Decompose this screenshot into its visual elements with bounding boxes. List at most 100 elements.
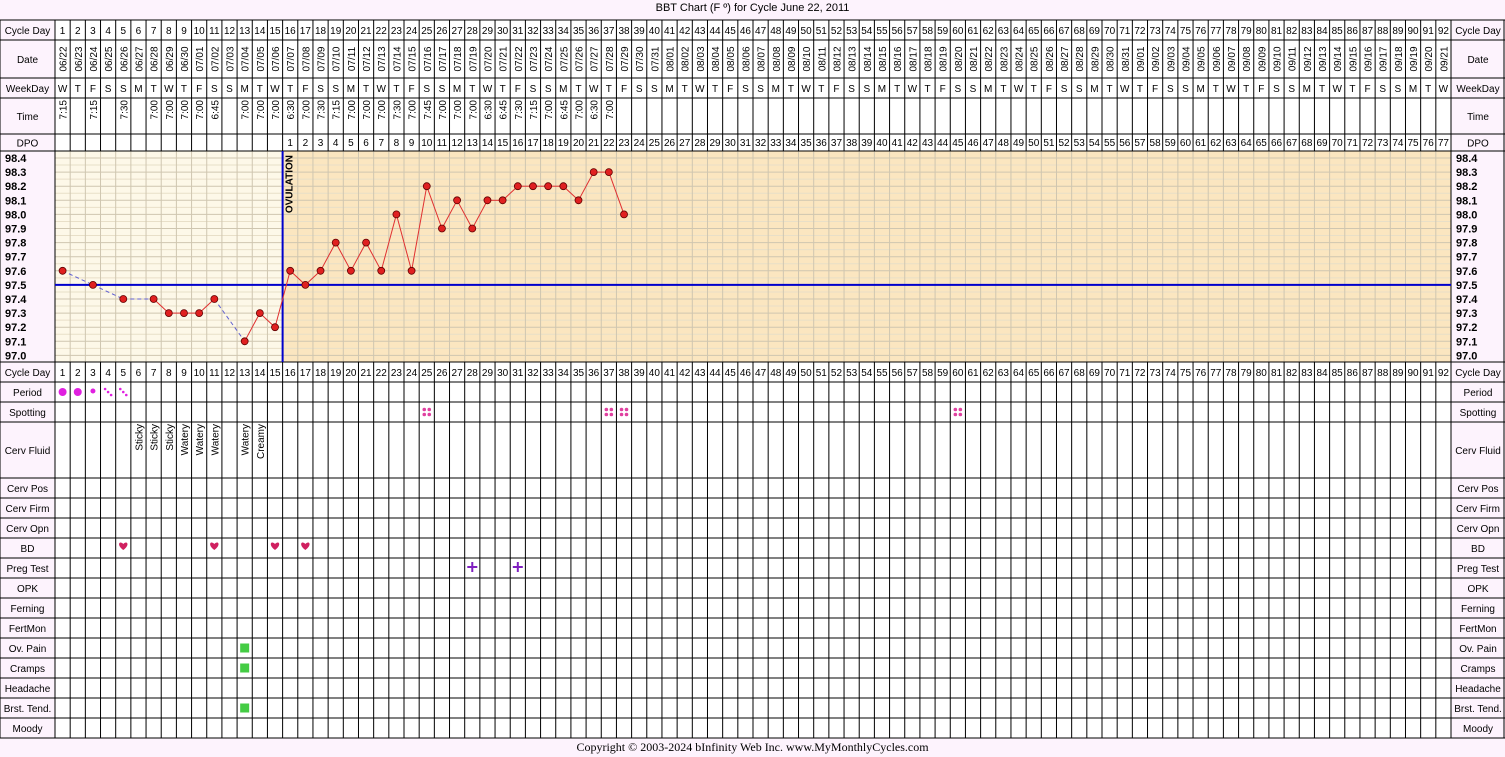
dpo-label: 48 [998, 138, 1010, 149]
cycle-day-label: 81 [1271, 368, 1283, 379]
date-label: 08/04 [711, 46, 722, 71]
cycle-day-label: 38 [618, 368, 630, 379]
cerv-fluid-label: Watery [180, 424, 191, 455]
dpo-label: 2 [303, 138, 309, 149]
weekday-label: T [1107, 84, 1113, 95]
temp-point [58, 266, 67, 275]
cycle-day-label: 37 [603, 368, 615, 379]
row-label-right-time: Time [1467, 112, 1489, 123]
cycle-day-label: 19 [330, 26, 342, 37]
dpo-label: 11 [437, 138, 448, 149]
time-label: 7:15 [332, 100, 343, 120]
symptom-marker [240, 703, 250, 713]
cycle-day-label: 8 [166, 368, 172, 379]
temp-point [89, 280, 97, 289]
dpo-label: 56 [1119, 138, 1131, 149]
cycle-day-label: 90 [1408, 26, 1420, 37]
date-label: 08/25 [1030, 46, 1041, 71]
temp-point [346, 266, 355, 275]
dpo-label: 17 [527, 138, 539, 149]
time-label: 7:00 [468, 100, 479, 120]
cycle-day-label: 52 [831, 368, 843, 379]
temp-point [255, 309, 264, 318]
cycle-day-label: 10 [194, 26, 206, 37]
y-tick-label-right: 97.0 [1456, 350, 1477, 362]
cycle-day-label: 53 [846, 368, 858, 379]
y-tick-label-left: 98.1 [5, 195, 26, 207]
cycle-day-label: 10 [194, 368, 206, 379]
weekday-label: W [589, 84, 599, 95]
spotting-marker [609, 412, 614, 417]
cycle-day-label: 17 [300, 26, 312, 37]
dpo-label: 25 [649, 138, 661, 149]
weekday-label: F [302, 84, 308, 95]
cycle-day-label: 50 [801, 368, 813, 379]
cycle-day-label: 82 [1286, 368, 1298, 379]
temp-point [483, 196, 492, 205]
cycle-day-label: 77 [1210, 26, 1222, 37]
date-label: 09/06 [1212, 46, 1223, 71]
temp-point [286, 266, 295, 275]
cycle-day-label: 78 [1225, 26, 1237, 37]
row-label-left-date: Date [17, 55, 39, 66]
dpo-label: 40 [876, 138, 888, 149]
dpo-label: 15 [497, 138, 509, 149]
dpo-label: 49 [1013, 138, 1025, 149]
cycle-day-label: 44 [710, 368, 722, 379]
cycle-day-label: 25 [421, 368, 433, 379]
cycle-day-label: 79 [1241, 26, 1253, 37]
dpo-label: 76 [1423, 138, 1435, 149]
cycle-day-label: 13 [239, 26, 251, 37]
time-label: 7:00 [195, 100, 206, 120]
row-label-right-headache: Headache [1455, 684, 1501, 695]
weekday-label: S [1379, 84, 1386, 95]
time-label: 6:30 [286, 100, 297, 120]
row-label-right-moody: Moody [1463, 724, 1493, 735]
date-label: 08/23 [999, 46, 1010, 71]
cycle-day-label: 79 [1241, 368, 1253, 379]
cerv-fluid-label: Sticky [165, 424, 176, 451]
row-label-right-opk: OPK [1467, 584, 1488, 595]
cycle-day-label: 73 [1150, 26, 1162, 37]
y-tick-label-right: 97.7 [1456, 252, 1477, 264]
cycle-day-label: 15 [269, 368, 281, 379]
dpo-label: 22 [603, 138, 615, 149]
cycle-day-label: 65 [1028, 368, 1040, 379]
weekday-label: T [1031, 84, 1037, 95]
dpo-label: 24 [634, 138, 646, 149]
row-label-left-dpo: DPO [17, 139, 39, 150]
temp-point [513, 182, 522, 191]
date-label: 07/03 [226, 46, 237, 71]
temp-point [407, 266, 416, 275]
weekday-label: T [606, 84, 612, 95]
dpo-label: 20 [573, 138, 585, 149]
cerv-fluid-label: Watery [210, 424, 221, 455]
weekday-label: W [377, 84, 387, 95]
cycle-day-label: 73 [1150, 368, 1162, 379]
weekday-label: W [801, 84, 811, 95]
dpo-label: 4 [333, 138, 339, 149]
dpo-label: 14 [482, 138, 494, 149]
row-label-right-ferning: Ferning [1461, 604, 1495, 615]
dpo-label: 28 [694, 138, 706, 149]
cycle-day-label: 39 [634, 26, 646, 37]
weekday-label: T [712, 84, 718, 95]
cycle-day-label: 55 [876, 368, 888, 379]
cycle-day-label: 15 [269, 26, 281, 37]
cycle-day-label: 56 [892, 26, 904, 37]
period-marker [106, 390, 110, 394]
row-label-right-preg_test: Preg Test [1457, 564, 1499, 575]
spotting-marker [624, 412, 629, 417]
temp-point [240, 337, 249, 346]
row-label-left-headache: Headache [5, 684, 51, 695]
dpo-label: 27 [679, 138, 691, 149]
cycle-day-label: 83 [1301, 26, 1313, 37]
dpo-label: 71 [1347, 138, 1359, 149]
dpo-label: 42 [907, 138, 919, 149]
spotting-marker [427, 407, 432, 412]
row-label-right-cycle_day: Cycle Day [1455, 26, 1501, 37]
temp-point [316, 266, 325, 275]
cycle-day-label: 23 [391, 26, 403, 37]
symptom-marker [240, 663, 250, 673]
weekday-label: T [181, 84, 187, 95]
